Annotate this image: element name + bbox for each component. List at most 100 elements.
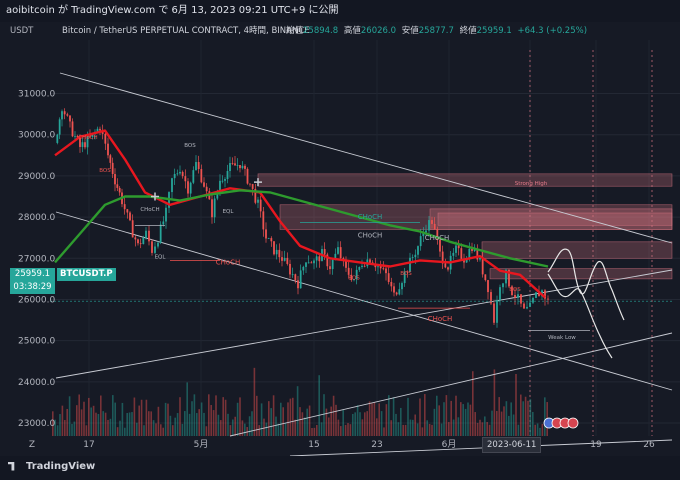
volume-bar: [524, 396, 527, 436]
volume-bar: [433, 408, 436, 436]
symbol-title[interactable]: Bitcoin / TetherUS PERPETUAL CONTRACT, 4…: [62, 22, 310, 40]
candle-body: [393, 286, 395, 293]
candle-body: [192, 170, 195, 183]
volume-bar: [438, 405, 440, 436]
candle-body: [246, 168, 249, 184]
candle-body: [126, 209, 129, 213]
volume-bar: [184, 411, 186, 436]
candle-body: [339, 247, 342, 259]
candle-body: [61, 111, 63, 120]
candle-body: [236, 165, 239, 166]
candle-body: [361, 265, 363, 267]
candle-body: [273, 241, 275, 255]
close-value: 25959.1: [476, 26, 512, 36]
candle-body: [262, 211, 265, 230]
candle-body: [84, 142, 86, 148]
volume-bar: [404, 424, 407, 436]
candle-body: [157, 242, 159, 247]
volume-bar: [512, 414, 515, 436]
volume-bar: [196, 413, 198, 436]
candle-body: [278, 249, 281, 258]
volume-bar: [176, 413, 179, 436]
candle-body: [259, 199, 262, 212]
volume-bar: [64, 420, 66, 436]
candle-body: [297, 280, 299, 289]
candle-body: [468, 248, 471, 259]
structure-label: CHoCH: [78, 135, 97, 141]
candle-body: [114, 174, 116, 185]
candle-body: [286, 257, 289, 264]
candle-body: [244, 165, 246, 169]
volume-bar: [160, 424, 162, 436]
volume-bar: [366, 411, 368, 436]
volume-bar: [500, 411, 503, 436]
volume-bar: [412, 419, 414, 436]
change-value: +64.3 (+0.25%): [517, 26, 588, 36]
volume-bar: [248, 416, 251, 436]
volume-bar: [181, 423, 184, 436]
tradingview-logo[interactable]: TradingView: [8, 461, 95, 472]
volume-bar: [140, 399, 143, 436]
volume-bar: [272, 395, 275, 436]
y-tick-label: 28000.0: [18, 213, 55, 223]
volume-bar: [407, 397, 409, 436]
candle-body: [229, 163, 231, 172]
symbol-info-bar: USDT Bitcoin / TetherUS PERPETUAL CONTRA…: [0, 22, 680, 40]
volume-bar: [152, 420, 155, 436]
candle-body: [211, 199, 213, 218]
volume-bar: [467, 402, 469, 436]
volume-bar: [476, 422, 479, 436]
last-price: 25959.1: [14, 269, 51, 279]
candle-body: [226, 171, 229, 180]
structure-label: Strong High: [515, 181, 548, 187]
structure-label: BOS: [184, 143, 196, 149]
candle-body: [529, 302, 531, 307]
candle-body: [547, 298, 549, 300]
candle-body: [145, 230, 147, 238]
volume-bar: [457, 417, 460, 436]
candle-body: [56, 134, 59, 143]
candle-body: [181, 171, 184, 177]
volume-bar: [380, 411, 383, 436]
candle-body: [517, 294, 519, 298]
volume-bar: [78, 394, 80, 436]
close-label: 終値: [459, 26, 477, 36]
candle-body: [291, 274, 294, 276]
volume-bar: [527, 400, 529, 436]
publish-header: aoibitcoin が TradingView.com で 6月 13, 20…: [0, 0, 680, 22]
structure-label: BOS: [348, 276, 360, 282]
candle-body: [58, 119, 61, 135]
candle-body: [307, 262, 310, 264]
candle-body: [107, 143, 109, 156]
candle-body: [179, 171, 181, 174]
candle-body: [154, 246, 156, 253]
volume-bar: [402, 424, 404, 436]
candle-body: [481, 257, 484, 275]
volume-bar: [479, 419, 481, 436]
volume-bar: [107, 419, 109, 436]
y-tick-label: 31000.0: [18, 90, 55, 100]
candle-body: [71, 121, 74, 137]
x-tick-label: 15: [308, 440, 319, 450]
volume-bar: [296, 386, 299, 436]
volume-bar: [121, 402, 124, 436]
volume-bar: [71, 423, 73, 436]
structure-label: BOS: [400, 271, 412, 277]
volume-bar: [284, 423, 287, 436]
volume-bar: [155, 423, 157, 436]
candle-body: [187, 181, 189, 194]
volume-bar: [157, 406, 160, 436]
volume-bar: [232, 419, 234, 436]
price-chart[interactable]: Strong High Weak Low CHoCH CHoCH CHoCH CHoCH C…: [0, 0, 680, 480]
volume-bar: [328, 417, 330, 436]
volume-bar: [498, 397, 500, 436]
volume-bar: [486, 421, 488, 436]
volume-bar: [368, 401, 371, 436]
candle-body: [379, 266, 382, 269]
volume-bar: [440, 423, 443, 436]
volume-bar: [431, 424, 433, 436]
volume-bar: [428, 423, 431, 436]
volume-bar: [452, 419, 455, 436]
candle-body: [433, 223, 436, 230]
candle-body: [496, 300, 498, 323]
